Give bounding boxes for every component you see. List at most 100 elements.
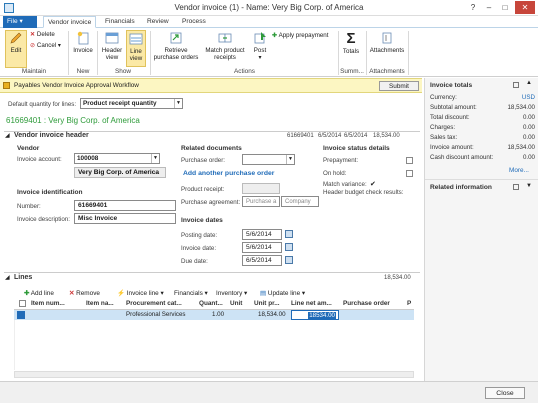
remove-button[interactable]: ✕ Remove bbox=[69, 289, 100, 297]
calendar-icon[interactable] bbox=[285, 243, 293, 251]
cancel-button[interactable]: ⊘ Cancel ▾ bbox=[30, 42, 61, 49]
financials-menu[interactable]: Financials ▾ bbox=[174, 289, 208, 297]
charges-label: Charges: bbox=[430, 124, 456, 131]
column-header-unit[interactable]: Unit bbox=[230, 300, 242, 307]
post-icon bbox=[254, 32, 266, 44]
default-quantity-value: Product receipt quantity bbox=[83, 100, 157, 107]
maximize-button[interactable]: □ bbox=[498, 1, 512, 14]
minimize-button[interactable]: – bbox=[482, 1, 496, 14]
apply-prepayment-button[interactable]: ✚ Apply prepayment bbox=[272, 32, 328, 39]
cancel-icon: ⊘ bbox=[30, 42, 36, 49]
sales-tax-value: 0.00 bbox=[522, 134, 535, 141]
ribbon-tabs: File ▾ Vendor invoice Financials Review … bbox=[0, 16, 538, 28]
factbox-options-icon[interactable] bbox=[513, 82, 519, 88]
invoice-number-input[interactable]: 61669401 bbox=[74, 200, 176, 211]
close-window-button[interactable]: ✕ bbox=[515, 1, 535, 14]
posting-date-label: Posting date: bbox=[181, 232, 218, 239]
header-summary-date: 6/5/2014 bbox=[318, 133, 342, 139]
lines-section-title[interactable]: Lines bbox=[14, 274, 32, 281]
help-button[interactable]: ? bbox=[466, 1, 480, 14]
invoice-line-menu[interactable]: ⚡ Invoice line ▾ bbox=[117, 289, 164, 297]
lines-grid-header: Item num... Item na... Procurement cat..… bbox=[14, 298, 414, 310]
add-purchase-order-link[interactable]: Add another purchase order bbox=[183, 170, 274, 177]
workflow-bar: Payables Vendor Invoice Approval Workflo… bbox=[0, 78, 422, 93]
totals-button[interactable]: Σ Totals bbox=[340, 31, 362, 55]
total-discount-value: 0.00 bbox=[522, 114, 535, 121]
currency-value[interactable]: USD bbox=[522, 94, 535, 101]
expand-icon[interactable]: ▼ bbox=[526, 183, 532, 189]
tab-file[interactable]: File ▾ bbox=[3, 16, 37, 28]
header-view-button[interactable]: Header view bbox=[100, 31, 124, 61]
horizontal-scrollbar[interactable] bbox=[14, 371, 414, 378]
attachments-button[interactable]: Attachments bbox=[368, 31, 406, 54]
default-quantity-select[interactable]: Product receipt quantity ▼ bbox=[80, 98, 183, 109]
header-section-title[interactable]: Vendor invoice header bbox=[14, 132, 89, 139]
purchase-order-select[interactable]: ▼ bbox=[242, 154, 295, 165]
line-net-amount-field[interactable]: 18534.00 bbox=[291, 310, 339, 320]
factbox-options-icon[interactable] bbox=[513, 184, 519, 190]
collapse-icon[interactable]: ◢ bbox=[5, 274, 10, 281]
row-selector[interactable] bbox=[17, 311, 25, 319]
total-discount-label: Total discount: bbox=[430, 114, 470, 121]
header-summary-amount: 18,534.00 bbox=[373, 133, 400, 139]
calendar-icon[interactable] bbox=[285, 256, 293, 264]
invoice-dates-label: Invoice dates bbox=[181, 217, 223, 224]
tab-process[interactable]: Process bbox=[178, 16, 210, 28]
cash-discount-value: 0.00 bbox=[522, 154, 535, 161]
column-header-p[interactable]: P bbox=[407, 300, 411, 307]
table-row[interactable]: Professional Services 1.00 18,534.00 185… bbox=[14, 310, 414, 320]
column-header-item-number[interactable]: Item num... bbox=[31, 300, 65, 307]
close-button[interactable]: Close bbox=[485, 387, 525, 399]
delete-button[interactable]: ✕ Delete bbox=[30, 31, 55, 38]
match-label-1: Match product bbox=[205, 47, 245, 54]
new-invoice-button[interactable]: Invoice bbox=[72, 31, 94, 54]
inventory-menu[interactable]: Inventory ▾ bbox=[216, 289, 247, 297]
invoice-totals-title[interactable]: Invoice totals bbox=[430, 82, 472, 89]
select-all-checkbox[interactable] bbox=[19, 300, 26, 307]
vendor-group-label: Vendor bbox=[17, 145, 40, 152]
retrieve-purchase-orders-button[interactable]: Retrieve purchase orders bbox=[152, 31, 200, 61]
column-header-purchase-order[interactable]: Purchase order bbox=[343, 300, 390, 307]
invoice-account-field[interactable]: 100008 ▼ bbox=[74, 153, 160, 164]
column-header-item-name[interactable]: Item na... bbox=[86, 300, 114, 307]
column-header-line-net-amount[interactable]: Line net am... bbox=[291, 300, 332, 307]
header-view-label-2: view bbox=[105, 54, 119, 61]
on-hold-checkbox[interactable] bbox=[406, 170, 413, 177]
collapse-icon[interactable]: ◢ bbox=[5, 132, 10, 139]
factbox-row: Subtotal amount: 18,534.00 bbox=[430, 104, 535, 111]
tab-vendor-invoice[interactable]: Vendor invoice bbox=[43, 16, 97, 28]
unit-price-cell[interactable]: 18,534.00 bbox=[258, 311, 286, 318]
company-input[interactable]: Company bbox=[281, 196, 319, 207]
add-line-button[interactable]: ✚ Add line bbox=[24, 289, 54, 297]
show-group-label: Show bbox=[115, 68, 131, 75]
match-product-receipts-button[interactable]: Match product receipts bbox=[202, 31, 248, 61]
quantity-cell[interactable]: 1.00 bbox=[212, 311, 224, 318]
tab-financials[interactable]: Financials bbox=[101, 16, 139, 28]
calendar-icon[interactable] bbox=[285, 230, 293, 238]
related-information-title[interactable]: Related information bbox=[430, 184, 492, 191]
due-date-input[interactable]: 6/5/2014 bbox=[242, 255, 282, 266]
header-budget-check-label: Header budget check results: bbox=[323, 189, 404, 196]
invoice-date-input[interactable]: 5/6/2014 bbox=[242, 242, 282, 253]
line-view-button[interactable]: Line view bbox=[126, 30, 146, 67]
update-line-menu[interactable]: ▤ Update line ▾ bbox=[260, 289, 305, 297]
match-variance-label: Match variance: bbox=[323, 181, 367, 188]
column-header-procurement-category[interactable]: Procurement cat... bbox=[126, 300, 182, 307]
tab-review[interactable]: Review bbox=[143, 16, 173, 28]
column-header-unit-price[interactable]: Unit pr... bbox=[254, 300, 280, 307]
purchase-agreement-input[interactable]: Purchase a bbox=[242, 196, 280, 207]
invoice-status-label: Invoice status details bbox=[323, 145, 390, 152]
invoice-description-input[interactable]: Misc Invoice bbox=[74, 213, 176, 224]
submit-button[interactable]: Submit bbox=[379, 81, 419, 91]
posting-date-input[interactable]: 5/6/2014 bbox=[242, 229, 282, 240]
attachments-label: Attachments bbox=[369, 47, 405, 54]
column-header-quantity[interactable]: Quant... bbox=[199, 300, 223, 307]
edit-button[interactable]: Edit bbox=[5, 30, 27, 68]
collapse-icon[interactable]: ▲ bbox=[526, 80, 532, 86]
default-quantity-label: Default quantity for lines: bbox=[8, 101, 77, 108]
procurement-category-cell[interactable]: Professional Services bbox=[126, 311, 186, 318]
post-button[interactable]: Post ▾ bbox=[250, 31, 270, 61]
new-group-label: New bbox=[76, 68, 90, 75]
prepayment-checkbox[interactable] bbox=[406, 157, 413, 164]
more-link[interactable]: More... bbox=[509, 167, 529, 174]
